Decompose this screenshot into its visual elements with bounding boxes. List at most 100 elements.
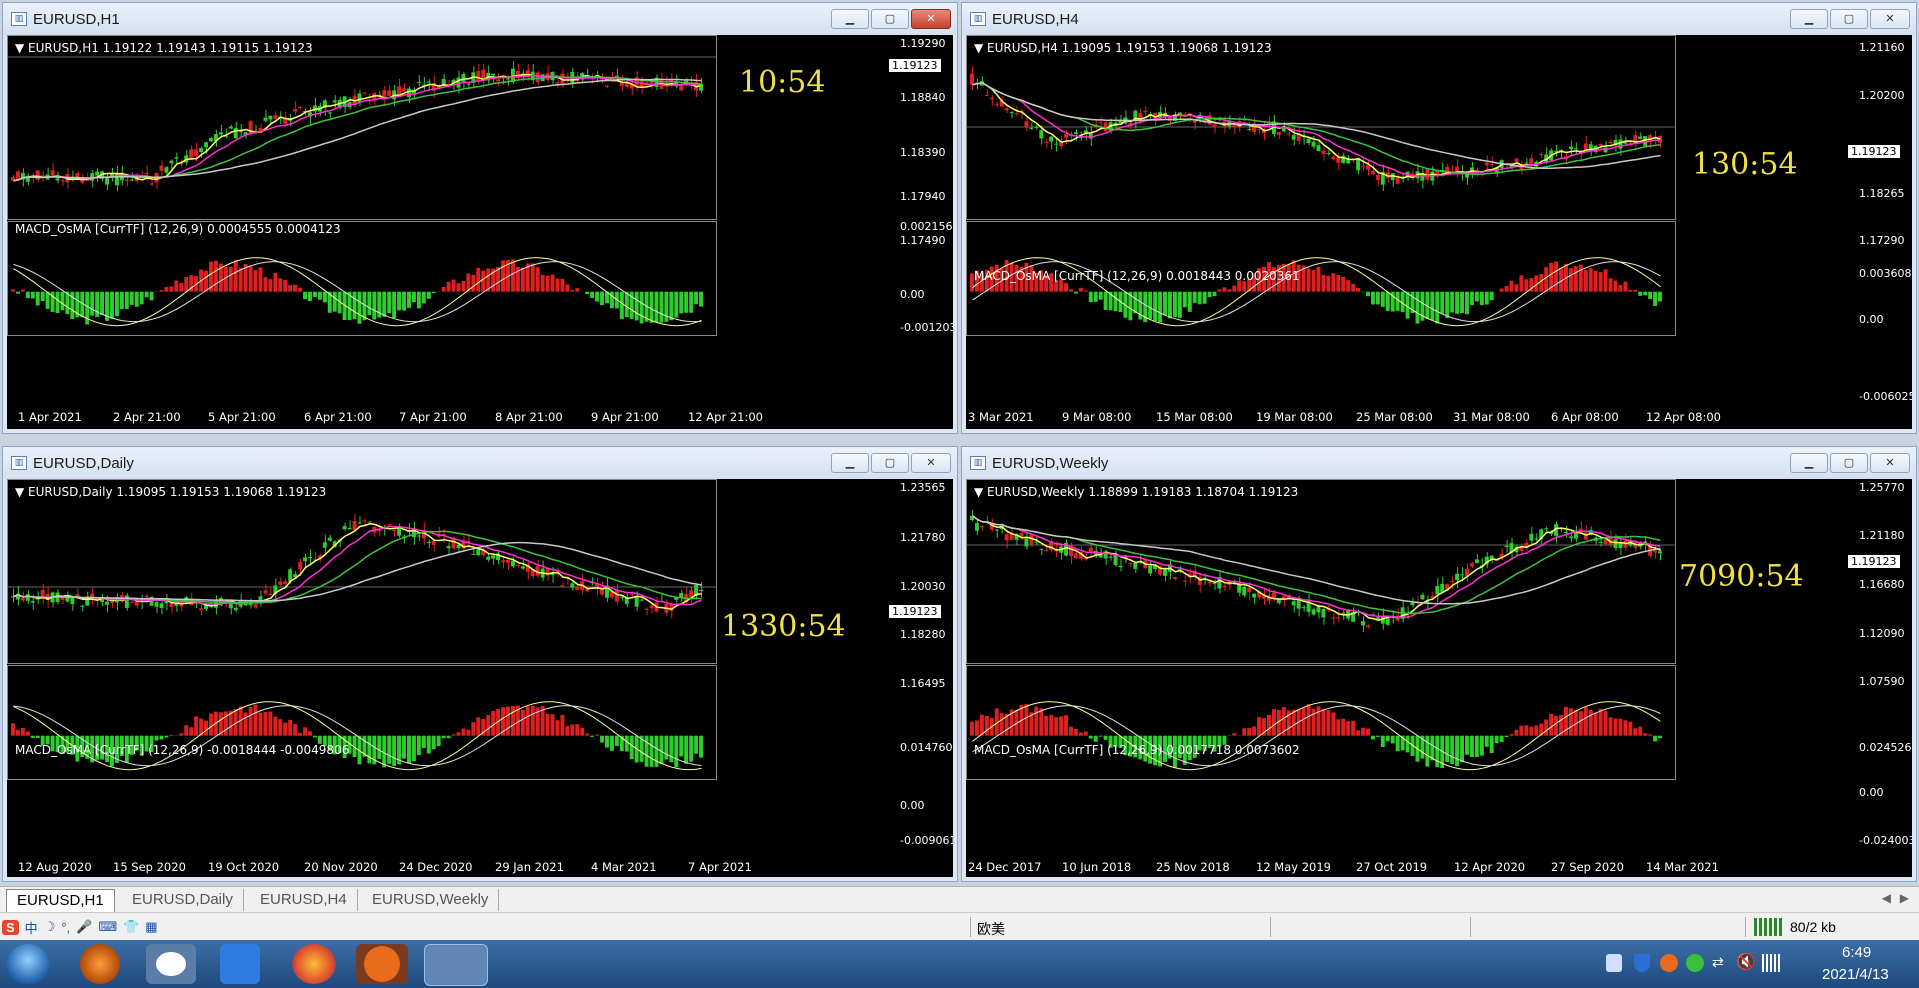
candle-body bbox=[1469, 563, 1474, 567]
chart-window-h1[interactable]: ▥ EURUSD,H1 ▁ ▢ ✕ ▼ EURUSD,H1 1.19122 1.… bbox=[2, 2, 958, 434]
macd-bar bbox=[1509, 280, 1514, 292]
chart-window-weekly[interactable]: ▥ EURUSD,Weekly ▁ ▢ ✕ ▼ EURUSD,Weekly 1.… bbox=[961, 446, 1917, 882]
macd-bar bbox=[1370, 291, 1375, 305]
date-label: 20 Nov 2020 bbox=[304, 860, 378, 874]
punctuation-icon[interactable]: °, bbox=[61, 920, 70, 935]
candle-body bbox=[105, 177, 109, 185]
close-button[interactable]: ✕ bbox=[911, 453, 951, 473]
candle-body bbox=[1301, 607, 1306, 609]
tab-eurusd-h1[interactable]: EURUSD,H1 bbox=[6, 889, 115, 912]
candle-body bbox=[1049, 136, 1054, 142]
tab-eurusd-daily[interactable]: EURUSD,Daily bbox=[122, 889, 244, 911]
macd-bar bbox=[1385, 735, 1390, 742]
price-chart[interactable]: ▼ EURUSD,Weekly 1.18899 1.19183 1.18704 … bbox=[966, 479, 1912, 877]
minimize-button[interactable]: ▁ bbox=[831, 9, 869, 29]
tray-shield-icon[interactable] bbox=[1634, 954, 1650, 972]
macd-bar bbox=[1504, 735, 1509, 738]
window-titlebar[interactable]: ▥ EURUSD,Daily ▁ ▢ ✕ bbox=[3, 447, 957, 479]
price-chart[interactable]: ▼ EURUSD,H4 1.19095 1.19153 1.19068 1.19… bbox=[966, 35, 1912, 429]
wechat-icon[interactable] bbox=[146, 944, 196, 984]
app-icon-orange[interactable] bbox=[80, 944, 120, 984]
tray-game-icon[interactable] bbox=[1660, 954, 1678, 972]
tab-eurusd-h4[interactable]: EURUSD,H4 bbox=[250, 889, 358, 911]
tab-scroll-right-icon[interactable]: ▶ bbox=[1900, 891, 1909, 905]
macd-bar bbox=[1049, 714, 1054, 736]
minimize-button[interactable]: ▁ bbox=[831, 453, 869, 473]
half-width-icon[interactable]: ☽ bbox=[44, 919, 56, 935]
start-button[interactable] bbox=[6, 944, 50, 984]
microphone-icon[interactable]: 🎤 bbox=[76, 919, 92, 935]
macd-bar bbox=[1351, 720, 1356, 736]
macd-bar bbox=[699, 735, 703, 758]
macd-bar bbox=[164, 735, 169, 738]
candle-body bbox=[105, 601, 109, 605]
tray-signal-icon[interactable] bbox=[1762, 954, 1780, 972]
skin-icon[interactable]: 👕 bbox=[123, 919, 139, 935]
date-label: 29 Jan 2021 bbox=[495, 860, 564, 874]
ime-toolbar[interactable]: S 中 ☽ °, 🎤 ⌨ 👕 ▦ bbox=[2, 916, 158, 938]
clock-date[interactable]: 2021/4/13 bbox=[1822, 966, 1889, 983]
game-app-icon[interactable] bbox=[356, 944, 408, 984]
macd-bar bbox=[169, 286, 174, 292]
macd-bar bbox=[1658, 291, 1662, 302]
clock-time[interactable]: 6:49 bbox=[1842, 944, 1871, 961]
macd-bar bbox=[1044, 715, 1049, 736]
chart-window-h4[interactable]: ▥ EURUSD,H4 ▁ ▢ ✕ ▼ EURUSD,H4 1.19095 1.… bbox=[961, 2, 1917, 434]
candle-body bbox=[1247, 128, 1252, 130]
metatrader-app-icon[interactable] bbox=[424, 944, 488, 986]
macd-bar bbox=[1271, 709, 1276, 736]
minimize-button[interactable]: ▁ bbox=[1790, 453, 1828, 473]
candle-body bbox=[55, 178, 60, 181]
sogou-ime-icon[interactable]: S bbox=[2, 919, 19, 935]
macd-bar bbox=[1375, 291, 1380, 305]
candle-body bbox=[1252, 593, 1257, 598]
candle-body bbox=[1568, 146, 1573, 150]
macd-bar bbox=[1593, 270, 1598, 292]
macd-bar bbox=[1024, 704, 1029, 736]
tab-scroll-left-icon[interactable]: ◀ bbox=[1882, 891, 1891, 905]
macd-bar bbox=[1544, 719, 1549, 736]
macd-scale-label: -0.0060258 bbox=[1859, 390, 1912, 403]
maximize-button[interactable]: ▢ bbox=[871, 453, 909, 473]
toolbox-icon[interactable]: ▦ bbox=[145, 919, 157, 935]
firefox-icon[interactable] bbox=[292, 944, 336, 984]
price-chart[interactable]: ▼ EURUSD,Daily 1.19095 1.19153 1.19068 1… bbox=[7, 479, 953, 877]
notes-icon[interactable] bbox=[220, 944, 260, 984]
maximize-button[interactable]: ▢ bbox=[1830, 9, 1868, 29]
tab-eurusd-weekly[interactable]: EURUSD,Weekly bbox=[362, 889, 500, 911]
candle-body bbox=[1103, 122, 1108, 132]
candle-body bbox=[238, 131, 243, 133]
window-titlebar[interactable]: ▥ EURUSD,H1 ▁ ▢ ✕ bbox=[3, 3, 957, 35]
macd-bar bbox=[664, 291, 669, 322]
macd-bar bbox=[1474, 735, 1479, 758]
maximize-button[interactable]: ▢ bbox=[871, 9, 909, 29]
macd-bar bbox=[1064, 283, 1068, 292]
chart-window-daily[interactable]: ▥ EURUSD,Daily ▁ ▢ ✕ ▼ EURUSD,Daily 1.19… bbox=[2, 446, 958, 882]
macd-bar bbox=[1435, 291, 1440, 324]
price-chart[interactable]: ▼ EURUSD,H1 1.19122 1.19143 1.19115 1.19… bbox=[7, 35, 953, 429]
maximize-button[interactable]: ▢ bbox=[1830, 453, 1868, 473]
macd-bar bbox=[179, 283, 184, 292]
close-button[interactable]: ✕ bbox=[1870, 9, 1910, 29]
minimize-button[interactable]: ▁ bbox=[1790, 9, 1828, 29]
tray-usb-icon[interactable] bbox=[1606, 954, 1622, 972]
macd-bar bbox=[609, 735, 614, 751]
macd-bar bbox=[416, 291, 421, 309]
close-button[interactable]: ✕ bbox=[1870, 453, 1910, 473]
macd-bar bbox=[1306, 268, 1311, 292]
window-titlebar[interactable]: ▥ EURUSD,H4 ▁ ▢ ✕ bbox=[962, 3, 1916, 35]
macd-bar bbox=[298, 732, 303, 736]
tray-volume-icon[interactable]: 🔇 bbox=[1736, 952, 1756, 972]
language-mode-icon[interactable]: 中 bbox=[25, 918, 38, 937]
candle-body bbox=[263, 117, 268, 121]
window-titlebar[interactable]: ▥ EURUSD,Weekly ▁ ▢ ✕ bbox=[962, 447, 1916, 479]
macd-bar bbox=[1088, 735, 1093, 739]
close-button[interactable]: ✕ bbox=[911, 9, 951, 29]
price-label: 1.16680 bbox=[1859, 578, 1905, 591]
tray-wechat-icon[interactable] bbox=[1686, 954, 1704, 972]
keyboard-icon[interactable]: ⌨ bbox=[98, 919, 117, 935]
tray-network-icon[interactable]: ⇄ bbox=[1712, 954, 1730, 972]
price-label: 1.16495 bbox=[900, 677, 946, 690]
macd-bar bbox=[590, 735, 595, 737]
candle-body bbox=[1618, 139, 1623, 149]
